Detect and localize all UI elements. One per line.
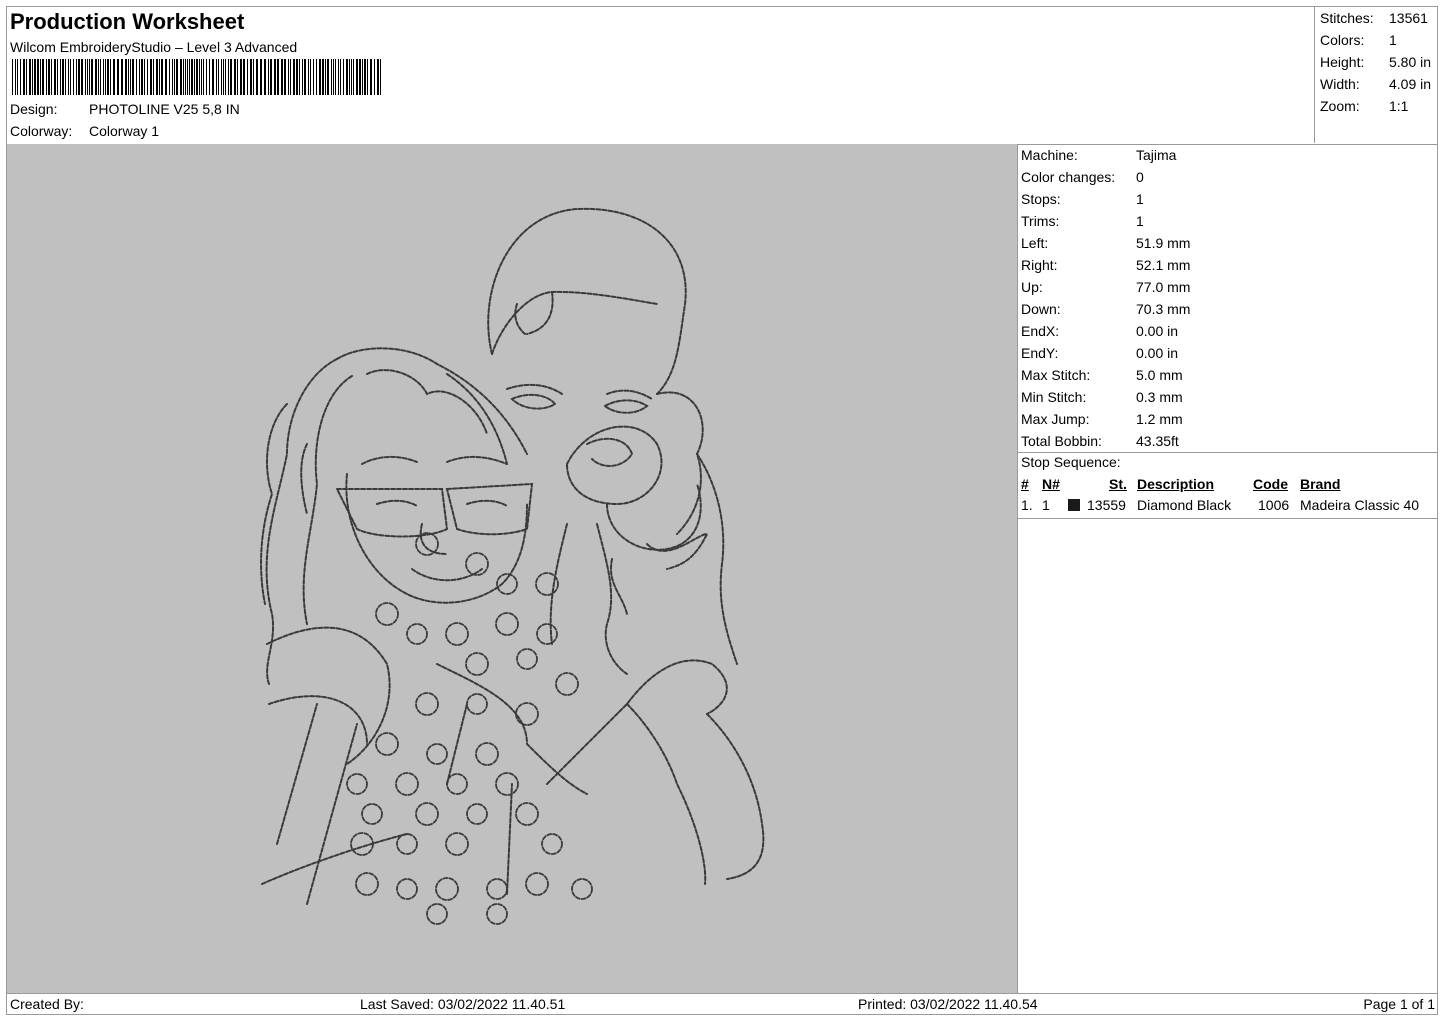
last-saved: Last Saved: 03/02/2022 11.40.51 (360, 996, 566, 1012)
summary-key: Stitches: (1320, 10, 1374, 26)
summary-key: Colors: (1320, 32, 1365, 48)
info-key: Right: (1021, 257, 1058, 273)
info-row: Stops: 1 (1021, 188, 1144, 210)
info-key: Max Stitch: (1021, 367, 1091, 383)
info-key: Left: (1021, 235, 1049, 251)
info-row: Max Stitch: 5.0 mm (1021, 364, 1183, 386)
info-row: Up: 77.0 mm (1021, 276, 1190, 298)
info-row: Left: 51.9 mm (1021, 232, 1190, 254)
info-key: Down: (1021, 301, 1061, 317)
summary-value: 4.09 in (1389, 76, 1432, 92)
info-value: 0.00 in (1136, 345, 1179, 361)
info-key: Stops: (1021, 191, 1061, 207)
summary-row: Zoom: 1:1 (1320, 95, 1408, 117)
summary-key: Height: (1320, 54, 1365, 70)
col-header-description: Description (1137, 476, 1215, 492)
info-key: Machine: (1021, 147, 1078, 163)
info-value: 1 (1136, 191, 1144, 207)
info-row: Machine: Tajima (1021, 144, 1176, 166)
row-code: 1006 (1258, 497, 1290, 513)
summary-value: 5.80 in (1389, 54, 1432, 70)
info-row: Total Bobbin: 43.35ft (1021, 430, 1179, 452)
info-value: 77.0 mm (1136, 279, 1191, 295)
info-value: 5.0 mm (1136, 367, 1183, 383)
info-value: 0.3 mm (1136, 389, 1183, 405)
row-stitches: 13559 (1087, 497, 1126, 513)
info-key: Min Stitch: (1021, 389, 1087, 405)
row-num: 1. (1021, 497, 1033, 513)
info-value: 43.35ft (1136, 433, 1179, 449)
info-value: 52.1 mm (1136, 257, 1191, 273)
col-header-stitches: St. (1109, 476, 1127, 492)
summary-value: 1:1 (1389, 98, 1409, 114)
info-value: Tajima (1136, 147, 1177, 163)
info-row: Trims: 1 (1021, 210, 1144, 232)
info-value: 51.9 mm (1136, 235, 1191, 251)
header: Production Worksheet Wilcom EmbroiderySt… (7, 7, 1437, 145)
info-key: EndX: (1021, 323, 1060, 339)
info-row: Color changes: 0 (1021, 166, 1144, 188)
embroidery-design-illustration (260, 207, 765, 925)
design-value: PHOTOLINE V25 5,8 IN (89, 101, 240, 117)
app-subtitle: Wilcom EmbroideryStudio – Level 3 Advanc… (10, 39, 298, 55)
colorway-label: Colorway: (10, 123, 73, 139)
summary-key: Width: (1320, 76, 1360, 92)
info-row: Max Jump: 1.2 mm (1021, 408, 1183, 430)
machine-info-panel: Machine: Tajima Color changes: 0 Stops: 1 T… (1018, 144, 1437, 993)
info-row: Min Stitch: 0.3 mm (1021, 386, 1183, 408)
color-swatch-icon (1068, 499, 1080, 511)
footer: Created By: Last Saved: 03/02/2022 11.40… (7, 993, 1437, 1015)
info-value: 70.3 mm (1136, 301, 1191, 317)
info-value: 0 (1136, 169, 1144, 185)
production-worksheet: Production Worksheet Wilcom EmbroiderySt… (6, 6, 1438, 1015)
info-key: Up: (1021, 279, 1043, 295)
col-header-brand: Brand (1300, 476, 1341, 492)
info-value: 1.2 mm (1136, 411, 1183, 427)
design-preview (7, 144, 1018, 993)
info-row: EndY: 0.00 in (1021, 342, 1178, 364)
summary-row: Height: 5.80 in (1320, 51, 1431, 73)
table-row: 1. 1 13559 Diamond Black 1006 Madeira Cl… (1021, 497, 1437, 517)
stop-sequence-label: Stop Sequence: (1021, 454, 1121, 470)
page-number: Page 1 of 1 (1363, 996, 1435, 1012)
design-row: Design: PHOTOLINE V25 5,8 IN (10, 101, 240, 117)
summary-row: Stitches: 13561 (1320, 7, 1428, 29)
col-header-needle: N# (1042, 476, 1060, 492)
divider (1018, 452, 1437, 453)
summary-value: 1 (1389, 32, 1397, 48)
info-key: Trims: (1021, 213, 1060, 229)
info-key: Max Jump: (1021, 411, 1090, 427)
row-brand: Madeira Classic 40 (1300, 497, 1420, 513)
info-value: 1 (1136, 213, 1144, 229)
info-key: Color changes: (1021, 169, 1116, 185)
info-row: Right: 52.1 mm (1021, 254, 1190, 276)
created-by: Created By: (10, 996, 84, 1012)
info-key: Total Bobbin: (1021, 433, 1102, 449)
row-description: Diamond Black (1137, 497, 1232, 513)
summary-row: Colors: 1 (1320, 29, 1397, 51)
colorway-row: Colorway: Colorway 1 (10, 123, 159, 139)
summary-key: Zoom: (1320, 98, 1360, 114)
col-header-num: # (1021, 476, 1029, 492)
summary-panel: Stitches: 13561 Colors: 1 Height: 5.80 in W… (1314, 7, 1438, 143)
page-title: Production Worksheet (10, 9, 245, 34)
info-row: EndX: 0.00 in (1021, 320, 1178, 342)
summary-value: 13561 (1389, 10, 1428, 26)
design-label: Design: (10, 101, 58, 117)
barcode-icon (12, 59, 381, 95)
row-needle: 1 (1042, 497, 1050, 513)
col-header-code: Code (1253, 476, 1288, 492)
info-value: 0.00 in (1136, 323, 1179, 339)
divider (1018, 518, 1437, 519)
info-row: Down: 70.3 mm (1021, 298, 1190, 320)
info-key: EndY: (1021, 345, 1059, 361)
summary-row: Width: 4.09 in (1320, 73, 1431, 95)
colorway-value: Colorway 1 (89, 123, 160, 139)
printed-date: Printed: 03/02/2022 11.40.54 (858, 996, 1038, 1012)
